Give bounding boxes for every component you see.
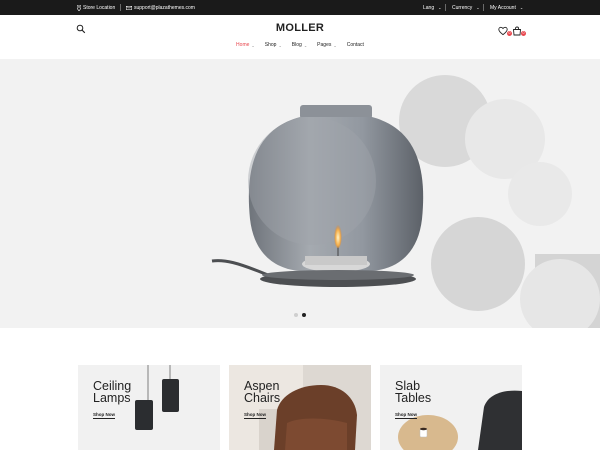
nav-item-pages[interactable]: Pages ⌄ xyxy=(317,42,337,48)
email-label: support@plazathemes.com xyxy=(134,4,195,11)
chevron-down-icon: ⌄ xyxy=(519,5,524,10)
hero-slider[interactable] xyxy=(0,59,600,328)
email-link[interactable]: support@plazathemes.com xyxy=(126,0,195,15)
nav-item-blog[interactable]: Blog ⌄ xyxy=(292,42,307,48)
table-sofa-image xyxy=(398,390,522,450)
category-card-lamps[interactable]: Ceiling Lamps Shop Now xyxy=(78,365,220,450)
cart-button[interactable]: 0 xyxy=(512,23,526,36)
wishlist-button[interactable]: 0 xyxy=(498,23,512,36)
category-card-tables[interactable]: Slab Tables Shop Now xyxy=(380,365,522,450)
lang-label: Lang xyxy=(423,4,435,11)
chevron-down-icon: ⌄ xyxy=(333,42,337,48)
cart-count-badge: 0 xyxy=(521,31,526,36)
shop-now-link[interactable]: Shop Now xyxy=(244,412,266,419)
category-card-chairs[interactable]: Aspen Chairs Shop Now xyxy=(229,365,371,450)
chevron-down-icon: ⌄ xyxy=(476,5,480,10)
shop-now-link[interactable]: Shop Now xyxy=(395,412,417,419)
chevron-down-icon: ⌄ xyxy=(303,42,308,48)
nav-label: Pages xyxy=(317,42,332,48)
category-title: Aspen Chairs xyxy=(244,379,281,405)
top-bar: Store Location support@plazathemes.com L… xyxy=(0,0,600,15)
slider-dot-2[interactable] xyxy=(302,313,306,317)
chevron-down-icon: ⌄ xyxy=(278,42,282,48)
nav-item-home[interactable]: Home ⌄ xyxy=(236,42,255,48)
store-location-link[interactable]: Store Location xyxy=(77,0,115,15)
chevron-down-icon: ⌄ xyxy=(251,42,255,48)
nav-label: Blog xyxy=(291,42,302,48)
category-title: Slab Tables xyxy=(395,379,432,405)
nav-item-shop[interactable]: Shop ⌄ xyxy=(265,42,282,48)
chevron-down-icon: ⌄ xyxy=(438,5,442,10)
account-dropdown[interactable]: My Account ⌄ xyxy=(490,0,523,15)
category-title: Ceiling Lamps xyxy=(93,379,132,405)
nav-item-contact[interactable]: Contact xyxy=(347,42,364,48)
divider xyxy=(120,4,121,11)
lang-dropdown[interactable]: Lang ⌄ xyxy=(423,0,441,15)
divider xyxy=(483,4,484,11)
currency-dropdown[interactable]: Currency ⌄ xyxy=(452,0,480,15)
nav-label: Home xyxy=(236,42,250,48)
currency-label: Currency xyxy=(452,4,473,11)
map-pin-icon xyxy=(77,4,81,11)
divider xyxy=(445,4,446,11)
armchair-image xyxy=(259,365,371,450)
account-label: My Account xyxy=(490,4,516,11)
shop-now-link[interactable]: Shop Now xyxy=(93,412,115,419)
main-nav: Home ⌄ Shop ⌄ Blog ⌄ Pages ⌄ Contact xyxy=(0,42,600,48)
hero-lantern-image xyxy=(211,75,600,328)
mail-icon xyxy=(126,5,132,10)
store-location-label: Store Location xyxy=(83,4,116,11)
nav-label: Contact xyxy=(346,42,364,48)
pendant-lamps-image xyxy=(135,365,179,430)
slider-dot-1[interactable] xyxy=(294,313,298,317)
nav-label: Shop xyxy=(264,42,277,48)
